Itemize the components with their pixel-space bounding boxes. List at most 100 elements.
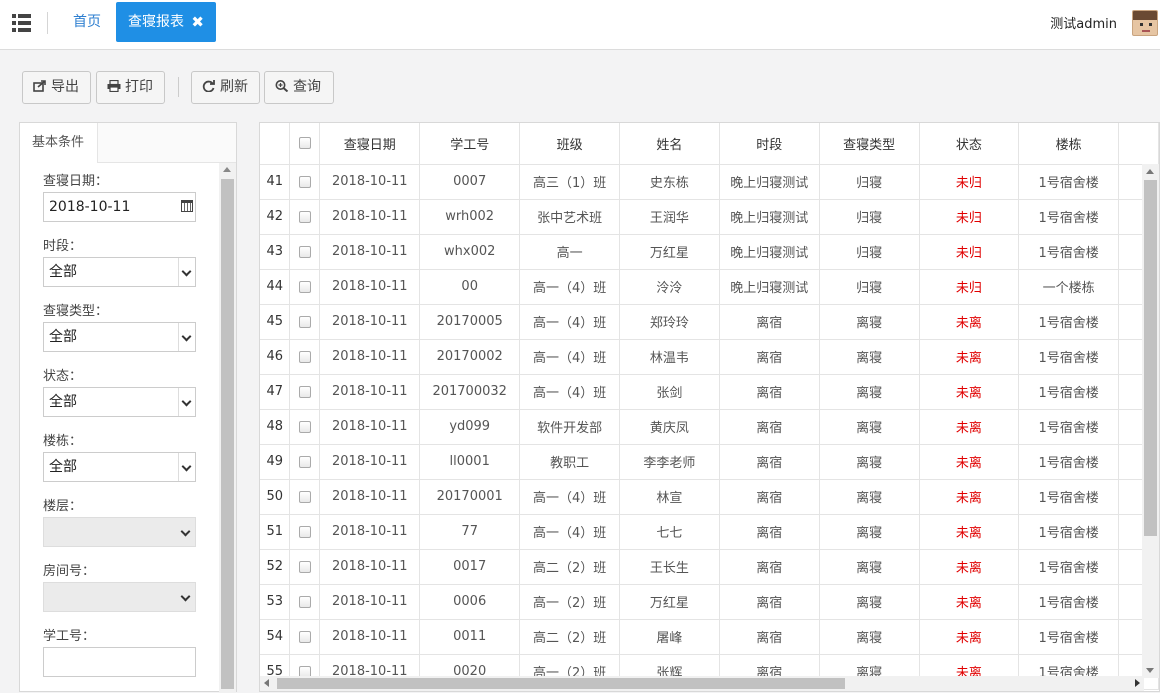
row-checkbox[interactable] [298,315,311,328]
table-row[interactable]: 48 2018-10-11 yd099 软件开发部 黄庆凤 离宿 离寝 未离 1号宿舍楼 [260,409,1159,445]
row-number-header [260,123,291,165]
tab-dorm-report[interactable]: 查寝报表 ✖ [116,2,216,42]
col-date[interactable]: 查寝日期 [319,123,421,165]
col-name[interactable]: 姓名 [619,123,720,165]
select-all-header [289,123,321,165]
status-select[interactable]: 全部 [43,387,196,417]
cell-type: 离寝 [819,514,920,550]
row-checkbox[interactable] [298,175,311,188]
table-row[interactable]: 47 2018-10-11 201700032 高一（4）班 张剑 离宿 离寝 未离 1号宿舍楼 [260,374,1159,410]
row-checkbox[interactable] [298,525,311,538]
floor-label: 楼层： [43,499,83,514]
row-checkbox[interactable] [298,630,311,643]
room-select[interactable] [43,582,196,612]
query-button[interactable]: 查询 [264,71,334,104]
type-select[interactable]: 全部 [43,322,196,352]
row-select-cell [289,514,321,550]
date-input[interactable]: 2018-10-11 [43,192,196,222]
cell-building: 1号宿舍楼 [1018,444,1120,480]
cell-building: 1号宿舍楼 [1018,374,1120,410]
col-status[interactable]: 状态 [919,123,1020,165]
table-row[interactable]: 44 2018-10-11 00 高一（4）班 泠泠 晚上归寝测试 归寝 未归 一个楼栋 [260,269,1159,305]
query-label: 查询 [293,79,321,95]
refresh-button[interactable]: 刷新 [191,71,260,104]
row-number: 41 [260,164,291,200]
export-button[interactable]: 导出 [22,71,91,104]
cell-period: 晚上归寝测试 [719,164,820,200]
print-icon [107,73,121,93]
table-row[interactable]: 54 2018-10-11 0011 高二（2）班 屠峰 离宿 离寝 未离 1号宿舍楼 [260,619,1159,655]
grid-horizontal-scrollbar[interactable] [260,676,1144,691]
table-row[interactable]: 46 2018-10-11 20170002 高一（4）班 林温韦 离宿 离寝 未离 1号宿舍楼 [260,339,1159,375]
col-type[interactable]: 查寝类型 [819,123,920,165]
floor-select[interactable] [43,517,196,547]
chevron-down-icon [178,323,195,351]
tab-home[interactable]: 首页 [60,2,114,42]
cell-period: 离宿 [719,444,820,480]
cell-building: 1号宿舍楼 [1018,164,1120,200]
cell-status: 未离 [919,374,1020,410]
cell-name: 万红星 [619,584,720,620]
row-checkbox[interactable] [298,595,311,608]
table-row[interactable]: 41 2018-10-11 0007 高三（1）班 史东栋 晚上归寝测试 归寝 未归 1号宿舍楼 [260,164,1159,200]
filter-scrollbar[interactable] [219,163,236,693]
row-checkbox[interactable] [298,560,311,573]
export-label: 导出 [51,79,79,95]
row-number: 53 [260,584,291,620]
building-label: 楼栋： [43,434,83,449]
avatar[interactable] [1132,10,1158,36]
table-row[interactable]: 42 2018-10-11 wrh002 张中艺术班 王润华 晚上归寝测试 归寝 未归 1号宿舍… [260,199,1159,235]
cell-name: 李李老师 [619,444,720,480]
cell-student-id: yd099 [419,409,521,445]
cell-status: 未归 [919,269,1020,305]
table-row[interactable]: 45 2018-10-11 20170005 高一（4）班 郑玲玲 离宿 离寝 未离 1号宿舍楼 [260,304,1159,340]
cell-type: 离寝 [819,549,920,585]
table-header: 查寝日期 学工号 班级 姓名 时段 查寝类型 状态 楼栋 [260,123,1159,165]
student-id-input[interactable] [43,647,196,677]
col-class[interactable]: 班级 [519,123,621,165]
tab-basic-conditions[interactable]: 基本条件 [20,123,98,163]
cell-type: 离寝 [819,339,920,375]
chevron-down-icon [178,453,195,481]
refresh-icon [202,73,216,93]
table-row[interactable]: 51 2018-10-11 77 高一（4）班 七七 离宿 离寝 未离 1号宿舍楼 [260,514,1159,550]
cell-date: 2018-10-11 [319,199,421,235]
close-icon[interactable]: ✖ [191,2,204,42]
row-checkbox[interactable] [298,245,311,258]
cell-type: 离寝 [819,444,920,480]
table-body: 41 2018-10-11 0007 高三（1）班 史东栋 晚上归寝测试 归寝 未归 1号宿舍楼… [260,164,1159,690]
period-select[interactable]: 全部 [43,257,196,287]
table-row[interactable]: 50 2018-10-11 20170001 高一（4）班 林宣 离宿 离寝 未离 1号宿舍楼 [260,479,1159,515]
building-select[interactable]: 全部 [43,452,196,482]
row-checkbox[interactable] [298,385,311,398]
table-row[interactable]: 52 2018-10-11 0017 高二（2）班 王长生 离宿 离寝 未离 1号宿舍楼 [260,549,1159,585]
print-button[interactable]: 打印 [96,71,165,104]
cell-student-id: 77 [419,514,521,550]
row-select-cell [289,409,321,445]
row-number: 49 [260,444,291,480]
cell-student-id: 0011 [419,619,521,655]
table-row[interactable]: 53 2018-10-11 0006 高一（2）班 万红星 离宿 离寝 未离 1号宿舍楼 [260,584,1159,620]
row-checkbox[interactable] [298,280,311,293]
row-checkbox[interactable] [298,455,311,468]
list-icon[interactable] [12,14,34,32]
user-name[interactable]: 测试admin [1050,13,1117,32]
cell-building: 1号宿舍楼 [1018,199,1120,235]
cell-date: 2018-10-11 [319,549,421,585]
date-label: 查寝日期： [43,174,109,189]
calendar-icon[interactable] [181,200,193,212]
col-period[interactable]: 时段 [719,123,820,165]
col-building[interactable]: 楼栋 [1018,123,1120,165]
grid-vertical-scrollbar[interactable] [1142,164,1159,678]
col-student-id[interactable]: 学工号 [419,123,521,165]
period-value: 全部 [49,264,77,280]
table-row[interactable]: 43 2018-10-11 whx002 高一 万红星 晚上归寝测试 归寝 未归 1号宿舍楼 [260,234,1159,270]
cell-class: 高一（4）班 [519,514,621,550]
select-all-checkbox[interactable] [298,137,311,150]
cell-date: 2018-10-11 [319,444,421,480]
table-row[interactable]: 49 2018-10-11 ll0001 教职工 李李老师 离宿 离寝 未离 1号宿舍楼 [260,444,1159,480]
row-checkbox[interactable] [298,210,311,223]
row-checkbox[interactable] [298,350,311,363]
row-checkbox[interactable] [298,490,311,503]
row-checkbox[interactable] [298,420,311,433]
